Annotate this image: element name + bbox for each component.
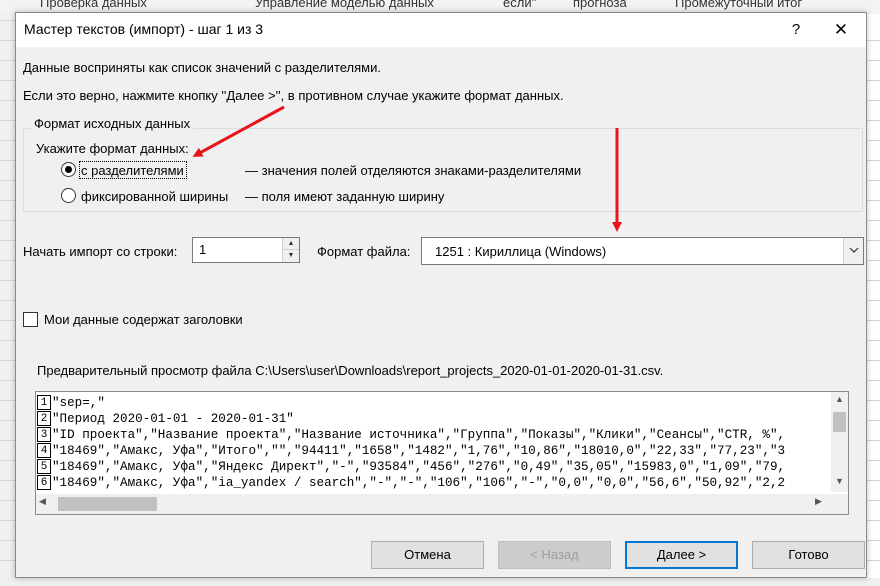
vertical-scrollbar[interactable]: ▲ ▼: [831, 392, 848, 492]
scroll-left-icon[interactable]: ◀: [39, 496, 46, 507]
ribbon-item: если": [503, 0, 537, 10]
dialog-titlebar[interactable]: Мастер текстов (импорт) - шаг 1 из 3 ? ✕: [16, 13, 866, 47]
line-number: 2: [37, 411, 51, 426]
intro-text-2: Если это верно, нажмите кнопку ''Далее >…: [23, 88, 564, 103]
line-number: 5: [37, 459, 51, 474]
spin-up-icon[interactable]: ▲: [282, 238, 299, 250]
preview-line: 1 "sep=,": [36, 395, 828, 411]
headers-checkbox[interactable]: [23, 312, 38, 327]
line-text: "sep=,": [52, 396, 105, 410]
file-format-select[interactable]: 1251 : Кириллица (Windows): [421, 237, 864, 265]
chevron-down-icon[interactable]: [843, 238, 863, 264]
line-number: 3: [37, 427, 51, 442]
scrollbar-corner: [831, 494, 848, 514]
file-format-label: Формат файла:: [317, 244, 411, 259]
delimited-radio-label[interactable]: с разделителями: [81, 163, 184, 178]
scroll-down-icon[interactable]: ▼: [831, 476, 848, 490]
ribbon-item: прогноза: [573, 0, 627, 10]
line-text: "18469","Амакс, Уфа","Итого","","94411",…: [52, 444, 786, 458]
spin-down-icon[interactable]: ▼: [282, 250, 299, 262]
headers-checkbox-label[interactable]: Мои данные содержат заголовки: [44, 312, 243, 327]
fixed-width-radio[interactable]: [61, 188, 76, 203]
horizontal-scrollbar[interactable]: ◀ ▶: [36, 494, 831, 514]
preview-lines: 1 "sep=," 2 "Период 2020-01-01 - 2020-01-3…: [36, 395, 828, 491]
ribbon-item: Проверка данных: [40, 0, 147, 10]
format-prompt-label: Укажите формат данных:: [36, 141, 189, 156]
start-row-value[interactable]: 1: [199, 242, 206, 257]
preview-line: 5 "18469","Амакс, Уфа","Яндекс Директ","-…: [36, 459, 828, 475]
preview-line: 2 "Период 2020-01-01 - 2020-01-31": [36, 411, 828, 427]
intro-text-1: Данные восприняты как список значений с …: [23, 60, 381, 75]
source-format-legend: Формат исходных данных: [31, 116, 194, 131]
ribbon-item: Промежуточный итог: [675, 0, 803, 10]
text-import-wizard-dialog: Мастер текстов (импорт) - шаг 1 из 3 ? ✕…: [15, 12, 867, 578]
start-row-label: Начать импорт со строки:: [23, 244, 178, 259]
fixed-width-radio-label[interactable]: фиксированной ширины: [81, 189, 228, 204]
finish-button[interactable]: Готово: [752, 541, 865, 569]
start-row-spinner[interactable]: 1 ▲ ▼: [192, 237, 300, 263]
preview-line: 6 "18469","Амакс, Уфа","ia_yandex / searc…: [36, 475, 828, 491]
preview-label: Предварительный просмотр файла C:\Users\…: [37, 363, 664, 378]
delimited-radio[interactable]: [61, 162, 76, 177]
line-number: 4: [37, 443, 51, 458]
sheet-right-edge: [866, 14, 880, 586]
cancel-button[interactable]: Отмена: [371, 541, 484, 569]
line-number: 1: [37, 395, 51, 410]
ribbon-item: Управление моделью данных: [255, 0, 434, 10]
line-text: "Период 2020-01-01 - 2020-01-31": [52, 412, 294, 426]
horizontal-scroll-thumb[interactable]: [58, 497, 157, 511]
line-text: "18469","Амакс, Уфа","ia_yandex / search…: [52, 476, 786, 490]
line-text: "18469","Амакс, Уфа","Яндекс Директ","-"…: [52, 460, 786, 474]
preview-line: 3 "ID проекта","Название проекта","Назван…: [36, 427, 828, 443]
dialog-title: Мастер текстов (импорт) - шаг 1 из 3: [24, 21, 264, 37]
scroll-right-icon[interactable]: ▶: [815, 496, 822, 507]
next-button[interactable]: Далее >: [625, 541, 738, 569]
scroll-up-icon[interactable]: ▲: [831, 394, 848, 408]
line-text: "ID проекта","Название проекта","Названи…: [52, 428, 786, 442]
sheet-left-edge: [0, 14, 15, 586]
sheet-bottom-edge: [0, 578, 880, 586]
vertical-scroll-thumb[interactable]: [833, 412, 846, 432]
fixed-width-description: — поля имеют заданную ширину: [245, 189, 445, 204]
file-preview-pane[interactable]: 1 "sep=," 2 "Период 2020-01-01 - 2020-01-3…: [35, 391, 849, 515]
close-button[interactable]: ✕: [824, 17, 858, 43]
back-button[interactable]: < Назад: [498, 541, 611, 569]
delimited-description: — значения полей отделяются знаками-разд…: [245, 163, 582, 178]
line-number: 6: [37, 475, 51, 490]
preview-line: 4 "18469","Амакс, Уфа","Итого","","94411"…: [36, 443, 828, 459]
file-format-value: 1251 : Кириллица (Windows): [435, 244, 607, 259]
help-button[interactable]: ?: [784, 18, 808, 42]
